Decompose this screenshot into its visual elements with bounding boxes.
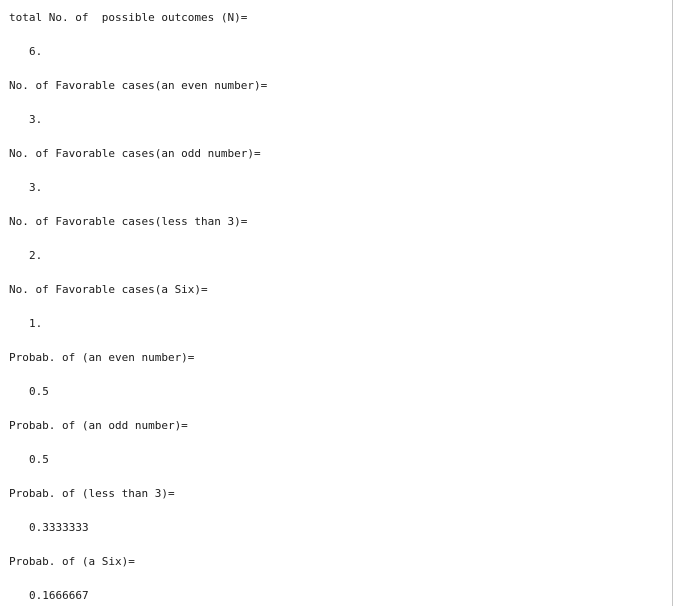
- output-label: total No. of possible outcomes (N)=: [9, 11, 248, 24]
- output-value: 3.: [29, 113, 43, 126]
- output-value: 0.1666667: [29, 589, 89, 602]
- output-value: 0.3333333: [29, 521, 89, 534]
- output-value: 0.5: [29, 453, 49, 466]
- output-label: No. of Favorable cases(an even number)=: [9, 79, 268, 92]
- output-label: Probab. of (a Six)=: [9, 555, 135, 568]
- output-label: Probab. of (an odd number)=: [9, 419, 188, 432]
- output-value: 2.: [29, 249, 43, 262]
- output-value: 0.5: [29, 385, 49, 398]
- output-label: No. of Favorable cases(an odd number)=: [9, 147, 261, 160]
- output-label: Probab. of (an even number)=: [9, 351, 195, 364]
- output-value: 3.: [29, 181, 43, 194]
- output-value: 1.: [29, 317, 43, 330]
- console-output: total No. of possible outcomes (N)= 6. N…: [0, 0, 672, 606]
- output-label: No. of Favorable cases(less than 3)=: [9, 215, 248, 228]
- output-label: Probab. of (less than 3)=: [9, 487, 175, 500]
- console-right-border: [672, 0, 673, 606]
- output-value: 6.: [29, 45, 43, 58]
- output-label: No. of Favorable cases(a Six)=: [9, 283, 208, 296]
